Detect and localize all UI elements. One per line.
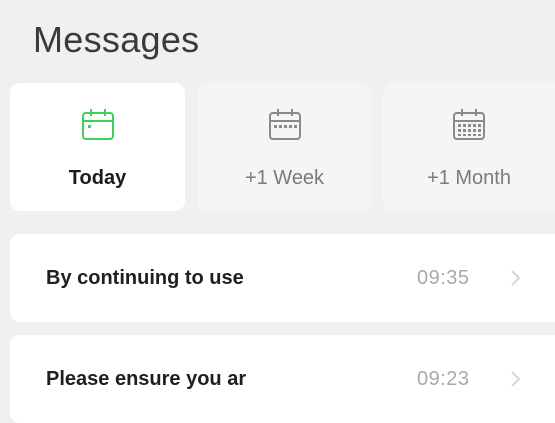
calendar-today-icon: [81, 109, 114, 140]
tab-week[interactable]: +1 Week: [197, 83, 372, 211]
tab-today-label: Today: [68, 167, 127, 189]
tab-today[interactable]: Today: [10, 83, 185, 211]
tab-month-label: +1 Month: [427, 167, 511, 189]
message-preview: Please ensure you ar: [46, 368, 247, 390]
chevron-right-icon: [511, 270, 521, 286]
calendar-month-icon: [453, 109, 485, 140]
message-row[interactable]: Please ensure you ar 09:23: [10, 335, 555, 423]
page-title: Messages: [33, 19, 200, 60]
tab-month[interactable]: +1 Month: [383, 83, 555, 211]
message-row[interactable]: By continuing to use 09:35: [10, 234, 555, 322]
chevron-right-icon: [511, 371, 521, 387]
messages-screen: Messages Today +1 Week +1 Month By conti…: [0, 0, 555, 423]
calendar-week-icon: [268, 109, 301, 140]
message-preview: By continuing to use: [46, 267, 244, 289]
message-time: 09:23: [417, 368, 470, 390]
message-time: 09:35: [417, 267, 470, 289]
tab-week-label: +1 Week: [244, 167, 325, 189]
